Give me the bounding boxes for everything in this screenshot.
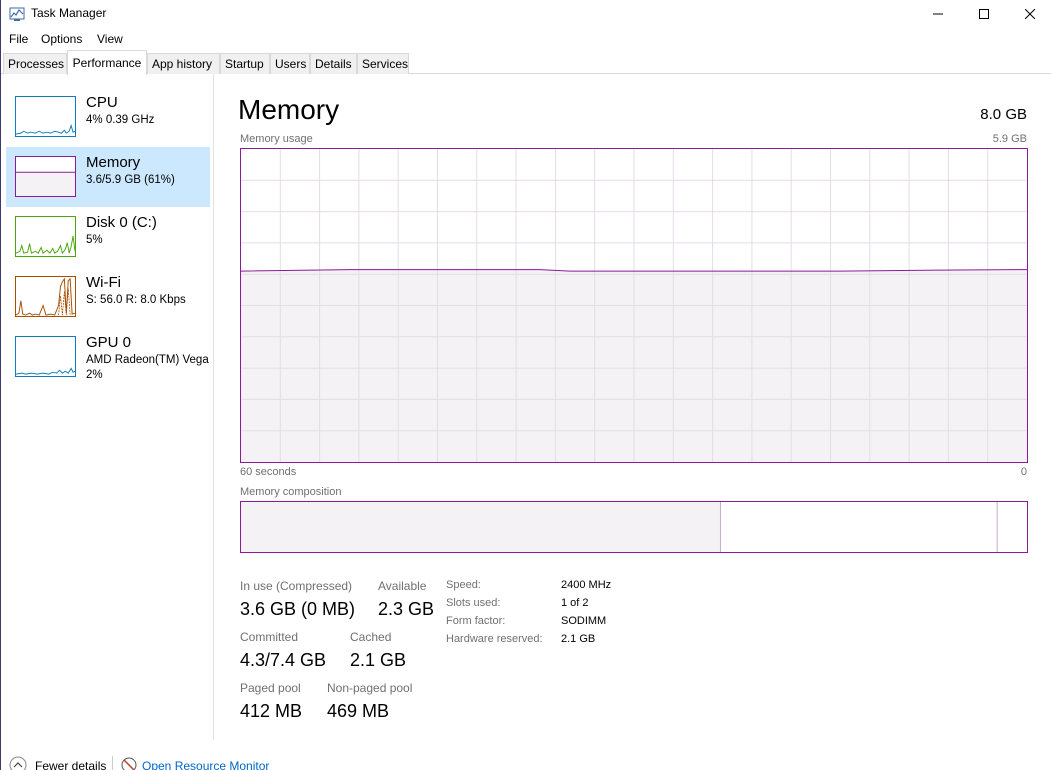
close-icon — [1025, 9, 1035, 19]
cpu-thumbnail — [15, 96, 76, 137]
tab-performance[interactable]: Performance — [67, 50, 147, 75]
time-axis-left: 60 seconds — [240, 466, 297, 478]
menu-bar: File Options View — [1, 29, 1051, 49]
tab-startup[interactable]: Startup — [220, 53, 270, 74]
in-use-value: 3.6 GB (0 MB) — [240, 599, 356, 619]
sidebar-item-wifi[interactable]: Wi-Fi S: 56.0 R: 8.0 Kbps — [6, 267, 210, 327]
cached-label: Cached — [350, 630, 392, 644]
menu-file[interactable]: File — [9, 32, 28, 46]
minimize-icon — [933, 13, 943, 15]
memory-thumbnail — [15, 156, 76, 197]
sidebar-item-label: CPU — [86, 94, 118, 111]
resource-monitor-icon — [121, 757, 137, 770]
time-axis-right: 0 — [1020, 466, 1027, 478]
memory-usage-max: 5.9 GB — [992, 133, 1027, 145]
tab-users[interactable]: Users — [270, 53, 310, 74]
gpu-thumbnail — [15, 336, 76, 377]
menu-options[interactable]: Options — [41, 32, 82, 46]
minimize-button[interactable] — [915, 0, 961, 28]
sidebar-item-label: GPU 0 — [86, 334, 132, 351]
memory-composition-label: Memory composition — [240, 486, 342, 498]
sidebar-item-gpu[interactable]: GPU 0 AMD Radeon(TM) Vega 2% — [6, 327, 210, 387]
tab-bar: Processes Performance App history Startu… — [1, 50, 1051, 75]
tab-details[interactable]: Details — [310, 53, 357, 74]
nonpaged-pool-value: 469 MB — [327, 701, 390, 721]
memory-composition-bar — [240, 501, 1028, 553]
close-button[interactable] — [1007, 0, 1051, 28]
task-manager-window: Task Manager File Options View Processes… — [0, 0, 1051, 770]
open-resource-monitor-link[interactable]: Open Resource Monitor — [142, 759, 269, 770]
available-value: 2.3 GB — [378, 599, 435, 619]
sidebar-item-sub: S: 56.0 R: 8.0 Kbps — [86, 294, 186, 306]
speed-label: Speed: — [446, 579, 481, 591]
cached-value: 2.1 GB — [350, 650, 407, 670]
window-title: Task Manager — [31, 6, 107, 20]
form-factor-value: SODIMM — [561, 615, 607, 627]
footer-divider — [112, 756, 113, 770]
hardware-reserved-label: Hardware reserved: — [446, 633, 543, 645]
sidebar-item-sub2: 2% — [86, 369, 103, 381]
sidebar-item-cpu[interactable]: CPU 4% 0.39 GHz — [6, 87, 210, 147]
maximize-icon — [979, 9, 989, 19]
sidebar-item-label: Wi-Fi — [86, 274, 121, 291]
tab-app-history[interactable]: App history — [147, 53, 220, 74]
page-title: Memory — [238, 94, 340, 125]
task-manager-icon — [9, 7, 25, 21]
nonpaged-pool-label: Non-paged pool — [327, 681, 413, 695]
chevron-up-icon[interactable] — [9, 756, 27, 770]
maximize-button[interactable] — [961, 0, 1007, 28]
sidebar-item-label: Memory — [86, 154, 141, 171]
tab-services[interactable]: Services — [357, 53, 409, 74]
sidebar-item-disk[interactable]: Disk 0 (C:) 5% — [6, 207, 210, 267]
in-use-label: In use (Compressed) — [240, 579, 353, 593]
sidebar-item-memory[interactable]: Memory 3.6/5.9 GB (61%) — [6, 147, 210, 207]
sidebar-item-sub: 5% — [86, 234, 103, 246]
slots-label: Slots used: — [446, 597, 501, 609]
form-factor-label: Form factor: — [446, 615, 506, 627]
slots-value: 1 of 2 — [561, 597, 589, 609]
speed-value: 2400 MHz — [561, 579, 612, 591]
tab-processes[interactable]: Processes — [3, 53, 67, 74]
hardware-reserved-value: 2.1 GB — [561, 633, 596, 645]
disk-thumbnail — [15, 216, 76, 257]
menu-view[interactable]: View — [97, 32, 123, 46]
memory-total: 8.0 GB — [980, 106, 1027, 123]
title-bar: Task Manager — [1, 0, 1051, 28]
sidebar-item-sub: AMD Radeon(TM) Vega — [86, 354, 209, 366]
fewer-details-button[interactable]: Fewer details — [35, 759, 106, 770]
paged-pool-label: Paged pool — [240, 681, 301, 695]
memory-usage-label: Memory usage — [240, 133, 313, 145]
sidebar-item-sub: 3.6/5.9 GB (61%) — [86, 174, 175, 186]
composition-in-use — [241, 502, 721, 552]
committed-label: Committed — [240, 630, 299, 644]
sidebar: CPU 4% 0.39 GHz Memory 3.6/5.9 GB (61%) … — [1, 74, 214, 740]
wifi-thumbnail — [15, 276, 76, 317]
sidebar-item-label: Disk 0 (C:) — [86, 214, 157, 231]
memory-usage-graph — [240, 148, 1028, 463]
footer: Fewer details Open Resource Monitor — [1, 752, 1051, 770]
paged-pool-value: 412 MB — [240, 701, 303, 721]
sidebar-item-sub: 4% 0.39 GHz — [86, 114, 155, 126]
committed-value: 4.3/7.4 GB — [240, 650, 327, 670]
available-label: Available — [378, 579, 427, 593]
